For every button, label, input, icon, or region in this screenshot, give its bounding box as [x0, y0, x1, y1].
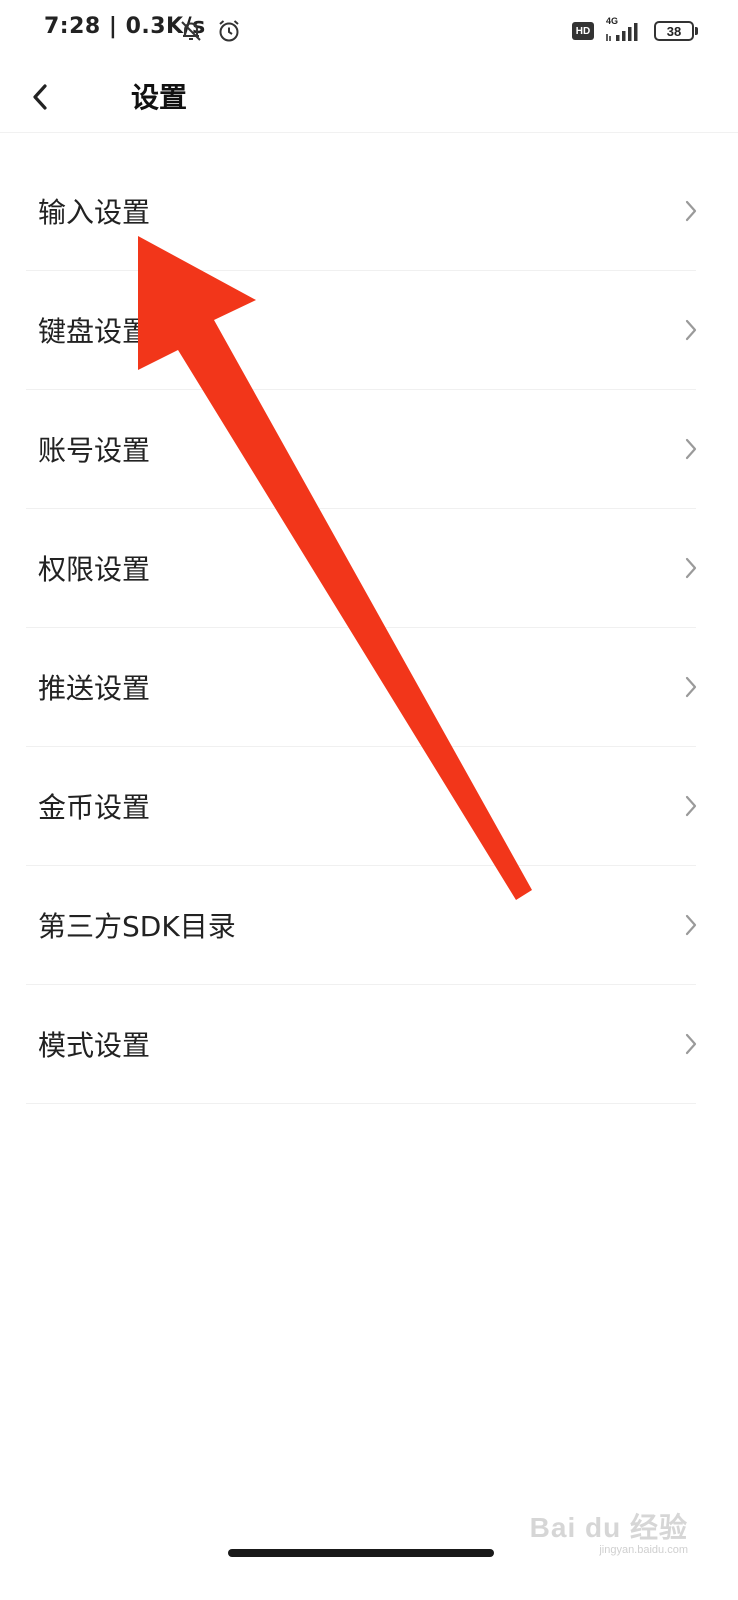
home-indicator[interactable]: [228, 1549, 494, 1557]
page-title: 设置: [131, 81, 188, 114]
signal-icon: 4G: [604, 16, 644, 44]
status-right-group: HD 4G 38: [572, 16, 698, 44]
settings-item-label: 账号设置: [38, 434, 151, 467]
chevron-right-icon: [685, 914, 697, 936]
chevron-right-icon: [685, 795, 697, 817]
settings-item-label: 模式设置: [38, 1029, 151, 1062]
chevron-right-icon: [685, 676, 697, 698]
settings-item-push[interactable]: 推送设置: [26, 628, 697, 747]
settings-item-label: 第三方SDK目录: [38, 910, 236, 943]
watermark-logo: Bai du 经验: [529, 1512, 688, 1543]
chevron-left-icon: [33, 84, 47, 110]
watermark: Bai du 经验 jingyan.baidu.com: [530, 1506, 688, 1556]
chevron-right-icon: [685, 200, 697, 222]
settings-item-label: 权限设置: [38, 553, 151, 586]
settings-list: 输入设置 键盘设置 账号设置 权限设置 推送设置 金币设置 第三方SDK目录 模…: [0, 152, 738, 1104]
settings-item-third-party-sdk[interactable]: 第三方SDK目录: [26, 866, 697, 985]
chevron-right-icon: [685, 319, 697, 341]
back-button[interactable]: [20, 74, 60, 120]
alarm-icon: [216, 18, 242, 48]
status-left-icons: [178, 18, 242, 48]
settings-item-coins[interactable]: 金币设置: [26, 747, 697, 866]
settings-item-label: 推送设置: [38, 672, 151, 705]
status-bar: 7:28 | 0.3K/s HD 4G 38: [0, 0, 738, 64]
chevron-right-icon: [685, 1033, 697, 1055]
settings-item-label: 金币设置: [38, 791, 151, 824]
settings-item-mode[interactable]: 模式设置: [26, 985, 697, 1104]
chevron-right-icon: [685, 557, 697, 579]
settings-item-label: 输入设置: [38, 196, 151, 229]
settings-item-account[interactable]: 账号设置: [26, 390, 697, 509]
settings-item-label: 键盘设置: [38, 315, 151, 348]
chevron-right-icon: [685, 438, 697, 460]
settings-item-keyboard[interactable]: 键盘设置: [26, 271, 697, 390]
header: 设置: [0, 64, 738, 133]
mute-bell-icon: [178, 18, 204, 48]
hd-badge: HD: [572, 22, 594, 40]
battery-indicator: 38: [654, 21, 698, 41]
settings-item-permissions[interactable]: 权限设置: [26, 509, 697, 628]
settings-item-input[interactable]: 输入设置: [26, 152, 697, 271]
